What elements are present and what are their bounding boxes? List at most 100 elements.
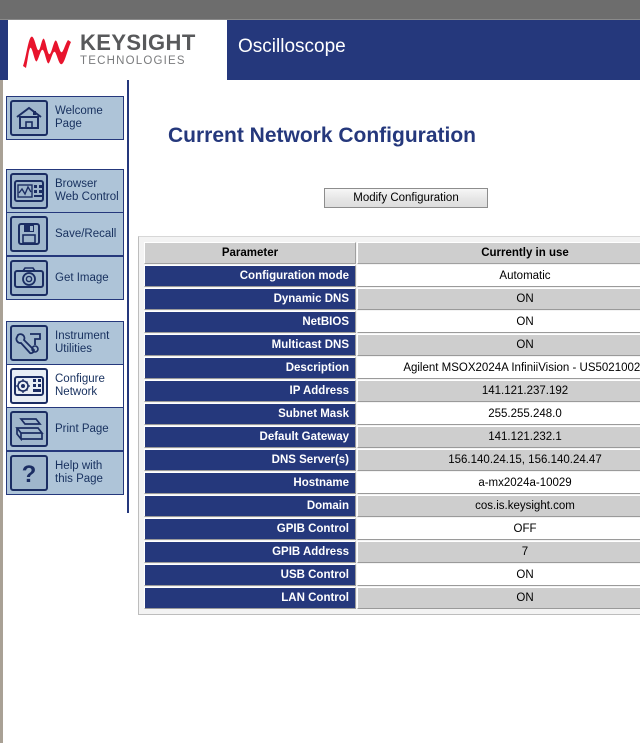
table-cell-value: ON [357, 334, 640, 356]
table-cell-parameter: DNS Server(s) [144, 449, 356, 471]
table-cell-parameter: NetBIOS [144, 311, 356, 333]
wrench-icon [10, 325, 48, 361]
sidebar-item-welcome-page[interactable]: Welcome Page [6, 96, 124, 140]
sidebar-item-label-line2: Utilities [55, 343, 93, 355]
sidebar-item-label-line2: Web Control [55, 191, 119, 203]
table-cell-parameter: Description [144, 357, 356, 379]
network-config-table: Parameter Currently in use Configuration… [143, 241, 640, 610]
table-cell-value: a-mx2024a-10029 [357, 472, 640, 494]
table-cell-parameter: Hostname [144, 472, 356, 494]
sidebar-item-save-recall[interactable]: Save/Recall [6, 212, 124, 256]
table-cell-parameter: Dynamic DNS [144, 288, 356, 310]
sidebar-item-help-with-this-page[interactable]: ? Help with this Page [6, 451, 124, 495]
browser-chrome-bar [0, 0, 640, 20]
sidebar-item-label-line1: Browser [55, 178, 98, 190]
sidebar-item-label-line2: this Page [55, 473, 103, 485]
table-cell-parameter: USB Control [144, 564, 356, 586]
sidebar-item-label-line2: Page [55, 118, 82, 130]
table-cell-value: 255.255.248.0 [357, 403, 640, 425]
table-cell-value: ON [357, 288, 640, 310]
table-cell-value: 141.121.237.192 [357, 380, 640, 402]
table-cell-value: ON [357, 564, 640, 586]
app-header: KEYSIGHT TECHNOLOGIES Oscilloscope [0, 20, 640, 80]
logo-wordmark: KEYSIGHT TECHNOLOGIES [80, 32, 196, 68]
table-cell-value: 7 [357, 541, 640, 563]
table-row: Dynamic DNS ON [144, 288, 640, 310]
main-content: Current Network Configuration Modify Con… [130, 80, 640, 743]
table-row: Default Gateway 141.121.232.1 [144, 426, 640, 448]
sidebar-item-label-line1: Help with [55, 460, 103, 472]
sidebar-item-label-line1: Instrument [55, 330, 110, 342]
table-row: Configuration mode Automatic [144, 265, 640, 287]
column-header-parameter: Parameter [144, 242, 356, 264]
sidebar-item-instrument-utilities[interactable]: Instrument Utilities [6, 321, 124, 365]
table-row: Domain cos.is.keysight.com [144, 495, 640, 517]
sidebar-item-label-line1: Welcome [55, 105, 103, 117]
logo-brand-sub: TECHNOLOGIES [80, 55, 186, 68]
svg-text:?: ? [22, 461, 37, 486]
table-cell-value: ON [357, 311, 640, 333]
table-row: Hostname a-mx2024a-10029 [144, 472, 640, 494]
sidebar-item-label: Get Image [55, 272, 109, 285]
sidebar-item-browser-web-control[interactable]: Browser Web Control [6, 169, 124, 213]
table-cell-parameter: Default Gateway [144, 426, 356, 448]
browser-web-control-icon [10, 173, 48, 209]
table-cell-parameter: Configuration mode [144, 265, 356, 287]
table-cell-parameter: Subnet Mask [144, 403, 356, 425]
keysight-waveform-icon [23, 36, 71, 68]
sidebar-item-label: Help with this Page [55, 460, 103, 486]
sidebar: Welcome Page Browser Web Control Save/Recall… [3, 80, 130, 743]
table-cell-parameter: Domain [144, 495, 356, 517]
table-cell-parameter: LAN Control [144, 587, 356, 609]
table-row: USB Control ON [144, 564, 640, 586]
camera-icon [10, 260, 48, 296]
keysight-logo: KEYSIGHT TECHNOLOGIES [8, 20, 227, 80]
sidebar-nav: Welcome Page Browser Web Control Save/Recall… [3, 80, 129, 513]
sidebar-item-label-line2: Network [55, 386, 98, 398]
page-title: Current Network Configuration [168, 124, 476, 147]
table-row: IP Address 141.121.237.192 [144, 380, 640, 402]
table-cell-value: Automatic [357, 265, 640, 287]
question-mark-icon: ? [10, 455, 48, 491]
table-cell-parameter: GPIB Address [144, 541, 356, 563]
table-row: Description Agilent MSOX2024A InfiniiVisi… [144, 357, 640, 379]
table-row: LAN Control ON [144, 587, 640, 609]
floppy-disk-icon [10, 216, 48, 252]
table-cell-value: OFF [357, 518, 640, 540]
table-cell-value: Agilent MSOX2024A InfiniiVision - US5021… [357, 357, 640, 379]
sidebar-item-label: Save/Recall [55, 228, 116, 241]
table-cell-parameter: GPIB Control [144, 518, 356, 540]
table-header-row: Parameter Currently in use [144, 242, 640, 264]
table-row: NetBIOS ON [144, 311, 640, 333]
header-title: Oscilloscope [238, 36, 346, 57]
table-cell-parameter: IP Address [144, 380, 356, 402]
printer-icon [10, 411, 48, 447]
table-cell-value: 141.121.232.1 [357, 426, 640, 448]
table-cell-parameter: Multicast DNS [144, 334, 356, 356]
table-cell-value: ON [357, 587, 640, 609]
network-config-panel: Parameter Currently in use Configuration… [138, 236, 640, 615]
sidebar-item-label-line1: Save/Recall [55, 227, 117, 240]
sidebar-item-label: Browser Web Control [55, 178, 119, 204]
sidebar-item-print-page[interactable]: Print Page [6, 407, 124, 451]
table-row: Subnet Mask 255.255.248.0 [144, 403, 640, 425]
logo-brand-name: KEYSIGHT [80, 30, 196, 56]
table-row: DNS Server(s) 156.140.24.15, 156.140.24.4… [144, 449, 640, 471]
table-cell-value: cos.is.keysight.com [357, 495, 640, 517]
home-icon [10, 100, 48, 136]
sidebar-item-label: Instrument Utilities [55, 330, 109, 356]
modify-configuration-button[interactable]: Modify Configuration [324, 188, 488, 208]
table-row: Multicast DNS ON [144, 334, 640, 356]
sidebar-item-label-line1: Configure [55, 373, 105, 385]
sidebar-item-label-line1: Print Page [55, 422, 109, 435]
table-row: GPIB Control OFF [144, 518, 640, 540]
sidebar-item-label: Configure Network [55, 373, 105, 399]
page-root: KEYSIGHT TECHNOLOGIES Oscilloscope Welco… [0, 0, 640, 743]
sidebar-item-label: Print Page [55, 423, 109, 436]
table-cell-value: 156.140.24.15, 156.140.24.47 [357, 449, 640, 471]
sidebar-item-configure-network[interactable]: Configure Network [6, 364, 124, 408]
sidebar-item-label: Welcome Page [55, 105, 103, 131]
network-instrument-icon [10, 368, 48, 404]
sidebar-item-get-image[interactable]: Get Image [6, 256, 124, 300]
sidebar-item-label-line1: Get Image [55, 271, 109, 284]
